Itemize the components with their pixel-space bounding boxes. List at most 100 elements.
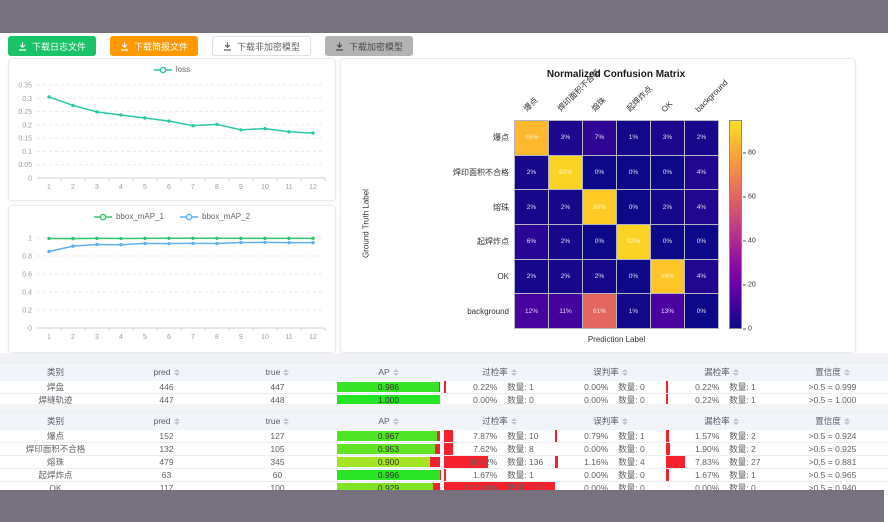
legend-item-bbox_mAP_2[interactable]: bbox_mAP_2 [180,212,250,221]
sort-up-icon[interactable] [511,369,517,372]
sort-up-icon[interactable] [844,369,850,372]
rate-bar [444,381,446,393]
sort-caret-icon[interactable] [622,418,628,425]
sort-caret-icon[interactable] [174,418,180,425]
sort-up-icon[interactable] [733,418,739,421]
legend-label: bbox_mAP_2 [202,212,250,221]
column-header-label: 漏检率 [704,415,730,427]
ap-bar: 0.986 [337,382,440,392]
download-encrypted-model-button[interactable]: 下载加密模型 [325,36,413,56]
confidence-cell: >0.5 = 0.924 [777,430,888,442]
column-header-label: AP [378,416,389,426]
sort-caret-icon[interactable] [283,418,289,425]
sort-up-icon[interactable] [174,418,180,421]
column-header-过检率[interactable]: 过检率 [444,412,555,430]
svg-text:0.35: 0.35 [18,83,32,90]
colorbar-tick: 80 [743,150,756,157]
ground-truth-axis-label: Ground Truth Label [362,159,371,289]
sort-down-icon[interactable] [174,373,180,376]
sort-down-icon[interactable] [511,422,517,425]
legend-item-bbox_mAP_1[interactable]: bbox_mAP_1 [94,212,164,221]
confidence-cell: >0.5 = 0.925 [777,443,888,455]
column-header-漏检率[interactable]: 漏检率 [666,412,777,430]
sort-down-icon[interactable] [174,422,180,425]
column-header-误判率[interactable]: 误判率 [555,363,666,381]
column-header-pred[interactable]: pred [111,363,222,381]
map-chart[interactable]: 00.20.40.60.81123456789101112 [9,224,337,352]
sort-down-icon[interactable] [511,373,517,376]
sort-caret-icon[interactable] [511,418,517,425]
column-header-误判率[interactable]: 误判率 [555,412,666,430]
sort-caret-icon[interactable] [844,418,850,425]
sort-up-icon[interactable] [283,418,289,421]
sort-up-icon[interactable] [393,369,399,372]
line-series-icon [180,213,198,221]
sort-up-icon[interactable] [174,369,180,372]
column-header-true[interactable]: true [222,363,333,381]
rate-count: 数量: 136 [497,456,550,468]
heatmap-cell: 6% [515,225,548,259]
confidence-cell: >0.5 = 0.999 [777,381,888,393]
true-cell: 105 [222,443,333,455]
column-header-pred[interactable]: pred [111,412,222,430]
sort-up-icon[interactable] [844,418,850,421]
sort-caret-icon[interactable] [283,369,289,376]
sort-caret-icon[interactable] [511,369,517,376]
sort-down-icon[interactable] [622,422,628,425]
rate-percent: 7.87% [448,431,497,441]
sort-up-icon[interactable] [393,418,399,421]
download-unencrypted-model-button[interactable]: 下载非加密模型 [212,36,311,56]
confusion-matrix-row-labels: 爆点焊印面积不合格熔珠起焊炸点OKbackground [401,120,509,329]
sort-caret-icon[interactable] [844,369,850,376]
heatmap-cell: 3% [651,121,684,155]
category-cell: 焊盘 [0,381,111,393]
sort-down-icon[interactable] [283,422,289,425]
sort-down-icon[interactable] [844,422,850,425]
column-header-置信度[interactable]: 置信度 [777,412,888,430]
top-bar [0,0,888,33]
heatmap-cell: 92% [617,225,650,259]
heatmap-cell: 1% [617,121,650,155]
svg-text:0.2: 0.2 [22,122,32,129]
column-header-漏检率[interactable]: 漏检率 [666,363,777,381]
column-header-AP[interactable]: AP [333,363,444,381]
svg-text:8: 8 [215,334,219,341]
confusion-matrix-plot: 85%3%7%1%3%2%2%92%0%0%0%4%2%2%90%0%2%4%6… [514,120,719,329]
sort-down-icon[interactable] [393,373,399,376]
sort-down-icon[interactable] [283,373,289,376]
column-header-置信度[interactable]: 置信度 [777,363,888,381]
over-rate-cell: 7.87%数量: 10 [444,430,555,442]
column-header-过检率[interactable]: 过检率 [444,363,555,381]
true-cell: 60 [222,469,333,481]
sort-down-icon[interactable] [733,373,739,376]
sort-down-icon[interactable] [733,422,739,425]
sort-caret-icon[interactable] [393,418,399,425]
confidence-cell: >0.5 = 0.881 [777,456,888,468]
sort-up-icon[interactable] [283,369,289,372]
legend-item-loss[interactable]: loss [154,65,190,74]
heatmap-cell: 0% [617,260,650,294]
sort-up-icon[interactable] [622,418,628,421]
sort-up-icon[interactable] [511,418,517,421]
column-label: background [694,78,730,114]
column-header-true[interactable]: true [222,412,333,430]
download-log-button[interactable]: 下载日志文件 [8,36,96,56]
heatmap-cell: 12% [515,294,548,328]
sort-caret-icon[interactable] [733,418,739,425]
download-report-button[interactable]: 下载简报文件 [110,36,198,56]
sort-up-icon[interactable] [733,369,739,372]
rate-percent: 0.00% [559,470,608,480]
table-header-row: 类别predtrueAP过检率误判率漏检率置信度 [0,363,888,381]
sort-caret-icon[interactable] [174,369,180,376]
sort-caret-icon[interactable] [393,369,399,376]
sort-caret-icon[interactable] [622,369,628,376]
sort-caret-icon[interactable] [733,369,739,376]
sort-down-icon[interactable] [844,373,850,376]
svg-text:0.8: 0.8 [22,254,32,261]
sort-down-icon[interactable] [622,373,628,376]
column-header-AP[interactable]: AP [333,412,444,430]
loss-chart[interactable]: 00.050.10.150.20.250.30.3512345678910111… [9,79,337,199]
sort-down-icon[interactable] [393,422,399,425]
svg-text:0.1: 0.1 [22,149,32,156]
sort-up-icon[interactable] [622,369,628,372]
